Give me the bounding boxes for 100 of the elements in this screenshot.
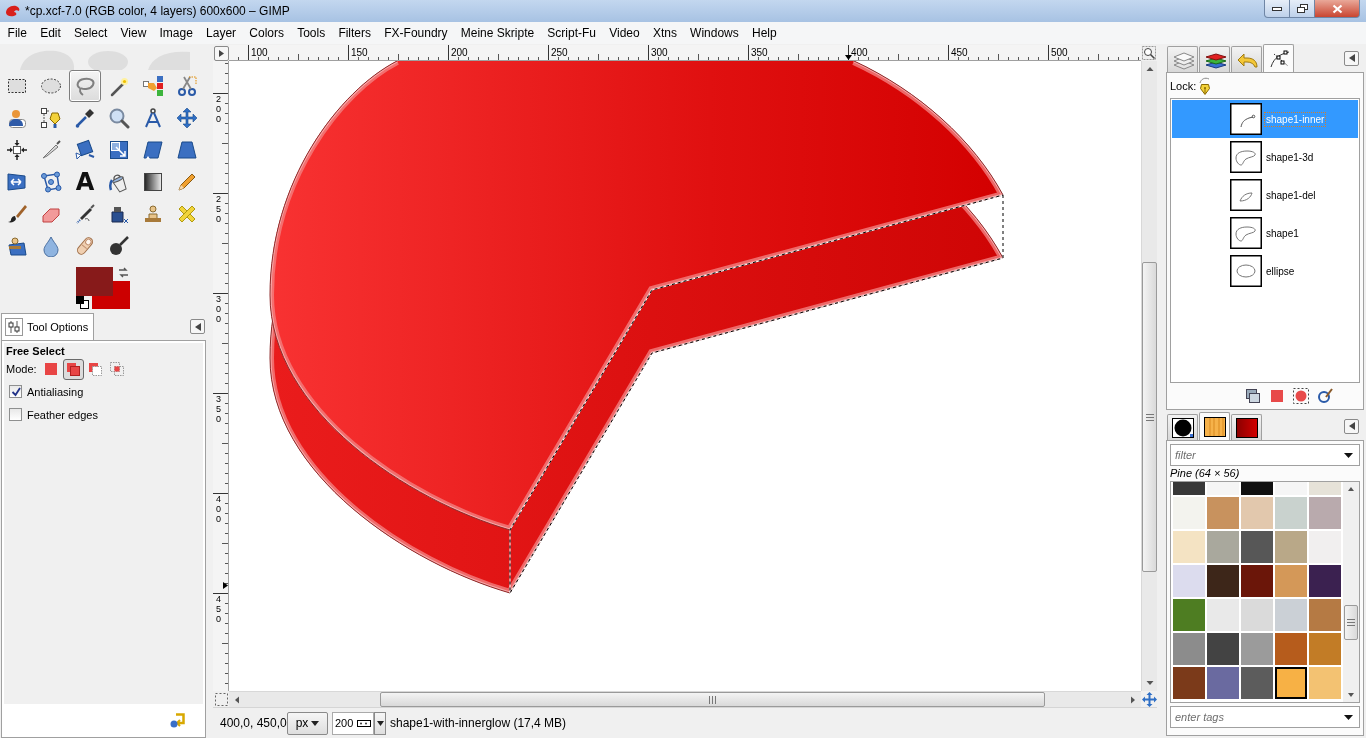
- image-canvas[interactable]: [229, 61, 1141, 691]
- zoom-icon[interactable]: [1142, 46, 1156, 60]
- pattern-swatch[interactable]: [1275, 667, 1307, 699]
- scrollbar-thumb[interactable]: [1344, 605, 1358, 640]
- channels-tab[interactable]: [1199, 46, 1230, 72]
- tab-menu-button[interactable]: [1344, 418, 1359, 434]
- path-item[interactable]: shape1-del: [1172, 176, 1358, 214]
- ruler-label: 300: [216, 295, 222, 325]
- pattern-swatch[interactable]: [1309, 667, 1341, 699]
- menu-item[interactable]: Image: [152, 24, 200, 42]
- menu-item[interactable]: Edit: [33, 24, 68, 42]
- pattern-swatch[interactable]: [1275, 633, 1307, 665]
- menu-item[interactable]: FX-Foundry: [377, 24, 455, 42]
- tags-field[interactable]: enter tags: [1170, 706, 1360, 728]
- menu-item[interactable]: File: [1, 24, 34, 42]
- menu-item[interactable]: View: [113, 24, 153, 42]
- pattern-swatch[interactable]: [1309, 599, 1341, 631]
- menu-item[interactable]: Script-Fu: [540, 24, 603, 42]
- menu-item[interactable]: Filters: [331, 24, 378, 42]
- tool-options-tab[interactable]: Tool Options: [1, 313, 95, 340]
- mode-button[interactable]: [62, 358, 84, 380]
- swap-arrows-icon[interactable]: [117, 266, 130, 279]
- minimize-button[interactable]: [1264, 0, 1290, 18]
- pattern-swatch[interactable]: [1173, 482, 1205, 495]
- background-color-swatch[interactable]: [76, 266, 130, 309]
- pattern-swatch[interactable]: [1207, 497, 1239, 529]
- menu-item[interactable]: Help: [745, 24, 784, 42]
- menu-item[interactable]: Tools: [290, 24, 332, 42]
- unit-dropdown[interactable]: px: [287, 711, 328, 735]
- zoom-field[interactable]: 200: [332, 711, 374, 735]
- pattern-swatch[interactable]: [1173, 667, 1205, 699]
- menu-item[interactable]: Layer: [199, 24, 243, 42]
- pattern-swatch[interactable]: [1275, 497, 1307, 529]
- pattern-swatch[interactable]: [1241, 565, 1273, 597]
- pattern-swatch[interactable]: [1207, 482, 1239, 495]
- path-item[interactable]: shape1: [1172, 214, 1358, 252]
- vertical-scrollbar[interactable]: [1343, 482, 1359, 702]
- gradient-square-icon: [142, 171, 164, 193]
- default-colors-icon[interactable]: [76, 296, 89, 309]
- dashed-circle-icon[interactable]: [1293, 388, 1309, 404]
- pattern-swatch[interactable]: [1207, 667, 1239, 699]
- pattern-swatch[interactable]: [1309, 565, 1341, 597]
- scrollbar-thumb[interactable]: [1142, 262, 1157, 572]
- pattern-swatch[interactable]: [1241, 497, 1273, 529]
- pattern-swatch[interactable]: [1207, 633, 1239, 665]
- menu-item[interactable]: Video: [602, 24, 647, 42]
- dropdown-arrow-icon[interactable]: [1344, 715, 1353, 720]
- pattern-swatch[interactable]: [1275, 531, 1307, 563]
- menu-item[interactable]: Meine Skripte: [454, 24, 541, 42]
- pattern-swatch[interactable]: [1173, 599, 1205, 631]
- ruler-menu-button[interactable]: [213, 45, 229, 61]
- menu-item[interactable]: Select: [67, 24, 114, 42]
- pattern-swatch[interactable]: [1309, 497, 1341, 529]
- close-button[interactable]: [1315, 0, 1360, 18]
- pattern-swatch[interactable]: [1207, 531, 1239, 563]
- path-item[interactable]: shape1-3d: [1172, 138, 1358, 176]
- move-arrows-icon[interactable]: [1141, 691, 1157, 707]
- pattern-swatch[interactable]: [1275, 482, 1307, 495]
- pattern-swatch[interactable]: [1173, 565, 1205, 597]
- checkbox[interactable]: [9, 408, 22, 421]
- menu-item[interactable]: Xtns: [646, 24, 684, 42]
- tab-menu-button[interactable]: [190, 319, 205, 334]
- vertical-scrollbar[interactable]: [1141, 61, 1157, 691]
- zoom-dropdown-button[interactable]: [374, 711, 386, 735]
- brushes-tab[interactable]: [1167, 414, 1198, 440]
- pattern-swatch[interactable]: [1275, 565, 1307, 597]
- pattern-swatch[interactable]: [1241, 531, 1273, 563]
- paint-circle-icon[interactable]: [1317, 388, 1333, 404]
- path-item[interactable]: ellipse: [1172, 252, 1358, 290]
- pattern-swatch[interactable]: [1173, 531, 1205, 563]
- pattern-swatch[interactable]: [1173, 633, 1205, 665]
- patterns-tab[interactable]: [1199, 412, 1230, 440]
- filter-field[interactable]: filter: [1170, 444, 1360, 466]
- pattern-swatch[interactable]: [1241, 482, 1273, 495]
- dashed-square-icon[interactable]: [214, 692, 228, 706]
- scrollbar-thumb[interactable]: [380, 692, 1045, 707]
- pattern-swatch[interactable]: [1241, 667, 1273, 699]
- paths-tab[interactable]: [1263, 44, 1294, 72]
- text-tool-button[interactable]: A: [69, 166, 101, 198]
- restore-button[interactable]: [1290, 0, 1315, 18]
- menu-item[interactable]: Windows: [683, 24, 746, 42]
- gradients-tab[interactable]: [1231, 414, 1262, 440]
- square-selection-icon[interactable]: [1269, 388, 1285, 404]
- pattern-swatch[interactable]: [1241, 633, 1273, 665]
- dropdown-arrow-icon[interactable]: [1344, 453, 1353, 458]
- tab-menu-button[interactable]: [1344, 50, 1359, 66]
- restore-arrow-icon[interactable]: [170, 711, 186, 728]
- pattern-swatch[interactable]: [1309, 633, 1341, 665]
- foreground-color-swatch[interactable]: [76, 267, 113, 296]
- horizontal-scrollbar[interactable]: [229, 691, 1141, 707]
- checkbox[interactable]: [9, 385, 22, 398]
- menu-item[interactable]: Colors: [242, 24, 291, 42]
- pattern-swatch[interactable]: [1241, 599, 1273, 631]
- stacked-images-icon[interactable]: [1245, 388, 1261, 404]
- pattern-swatch[interactable]: [1309, 482, 1341, 495]
- magic-wand-icon: [108, 75, 130, 97]
- pattern-swatch[interactable]: [1207, 565, 1239, 597]
- pen-nib-icon[interactable]: [1199, 76, 1212, 95]
- caret-icon: [376, 720, 384, 726]
- pattern-swatch[interactable]: [1275, 599, 1307, 631]
